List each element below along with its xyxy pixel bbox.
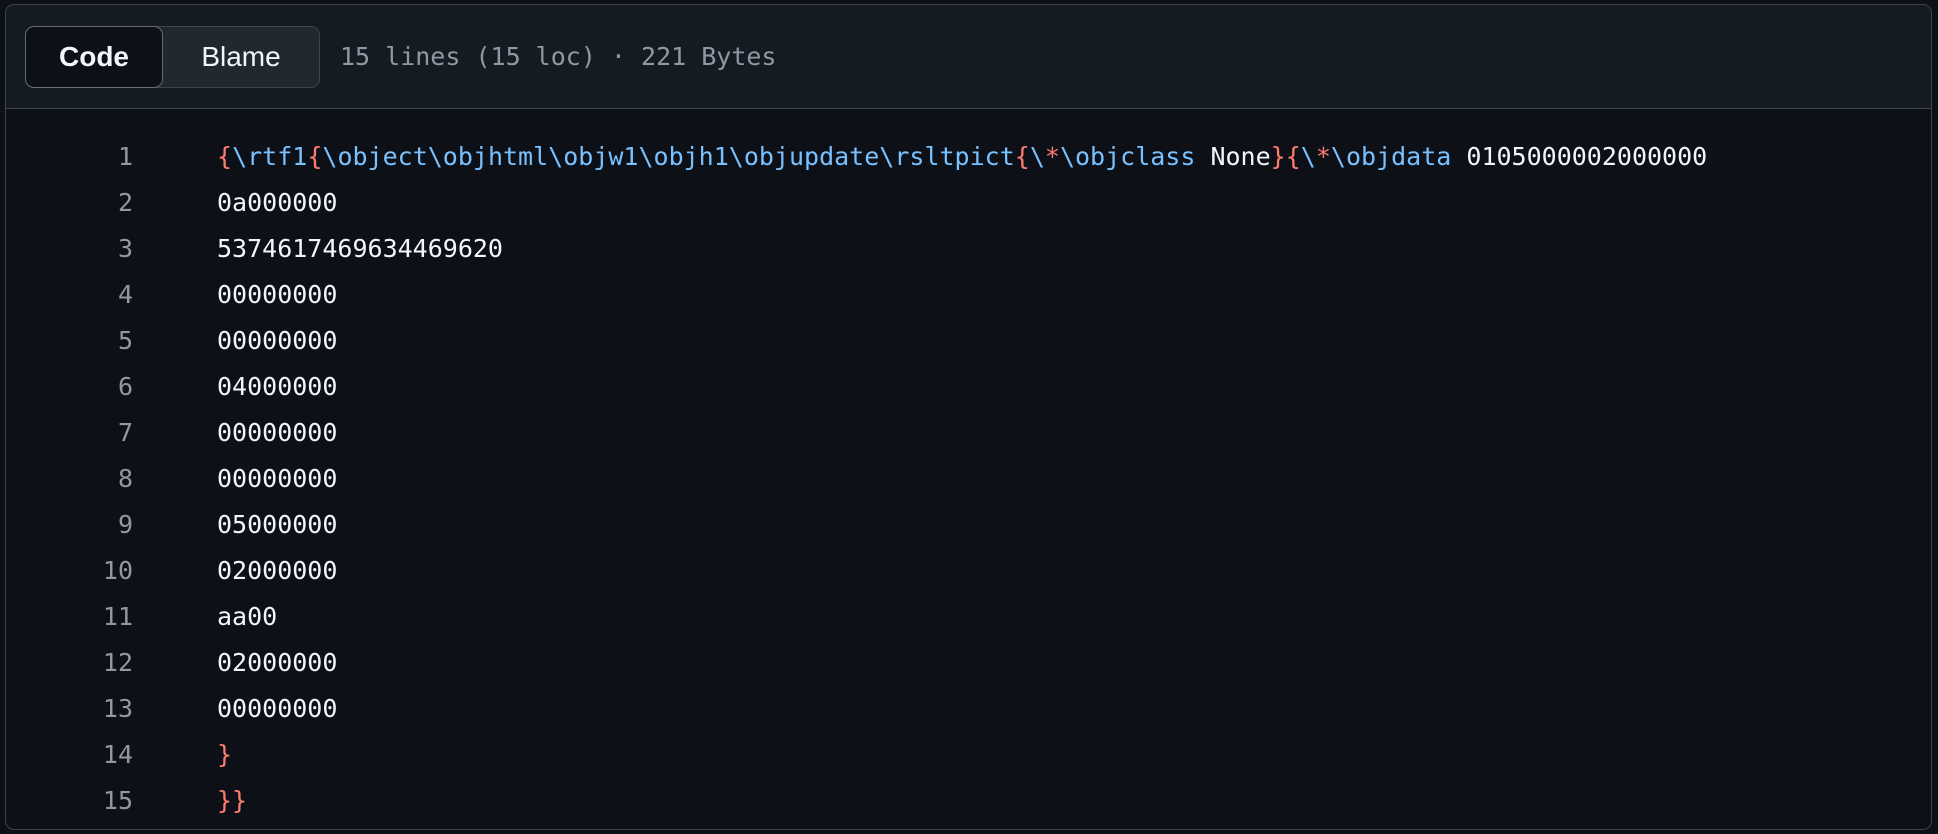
line-number[interactable]: 10: [6, 556, 133, 585]
line-number[interactable]: 3: [6, 234, 133, 263]
line-content: 05000000: [133, 510, 337, 539]
line-content: 0a000000: [133, 188, 337, 217]
line-content: 00000000: [133, 326, 337, 355]
code-token-text: 00000000: [217, 325, 338, 355]
line-content: aa00: [133, 602, 277, 631]
code-token-text: 02000000: [217, 555, 338, 585]
line-number[interactable]: 4: [6, 280, 133, 309]
code-token-text: 0a000000: [217, 187, 338, 217]
line-number[interactable]: 14: [6, 740, 133, 769]
code-line: 1 {\rtf1{\object\objhtml\objw1\objh1\obju…: [6, 133, 1931, 179]
code-token-text: 04000000: [217, 371, 338, 401]
line-content: }: [133, 740, 232, 769]
code-token-text: 5374617469634469620: [217, 233, 503, 263]
line-number[interactable]: 2: [6, 188, 133, 217]
code-line: 4 00000000: [6, 271, 1931, 317]
code-tab-button[interactable]: Code: [25, 25, 163, 88]
code-line: 13 00000000: [6, 685, 1931, 731]
file-header: Code Blame 15 lines (15 loc) · 221 Bytes: [6, 5, 1931, 109]
line-number[interactable]: 11: [6, 602, 133, 631]
code-token-text: 05000000: [217, 509, 338, 539]
code-token-text: 02000000: [217, 647, 338, 677]
code-token-text: None: [1195, 141, 1271, 171]
code-token-text: 00000000: [217, 417, 338, 447]
line-content: 5374617469634469620: [133, 234, 503, 263]
line-content: }}: [133, 786, 247, 815]
code-token-brace: {: [307, 141, 323, 171]
code-line: 9 05000000: [6, 501, 1931, 547]
code-token-text: aa00: [217, 601, 278, 631]
line-content: {\rtf1{\object\objhtml\objw1\objh1\objup…: [133, 142, 1707, 171]
file-viewer: Code Blame 15 lines (15 loc) · 221 Bytes…: [5, 4, 1932, 830]
line-number[interactable]: 5: [6, 326, 133, 355]
code-token-brace: {: [1014, 141, 1030, 171]
line-number[interactable]: 1: [6, 142, 133, 171]
code-line: 2 0a000000: [6, 179, 1931, 225]
code-token-text: 00000000: [217, 463, 338, 493]
line-content: 00000000: [133, 694, 337, 723]
code-token-text: 0105000002000000: [1451, 141, 1708, 171]
code-token-control-word: \rtf1: [232, 141, 308, 171]
code-area[interactable]: 1 {\rtf1{\object\objhtml\objw1\objh1\obju…: [6, 109, 1931, 823]
code-token-brace: *: [1044, 141, 1060, 171]
line-number[interactable]: 6: [6, 372, 133, 401]
view-mode-toggle: Code Blame: [25, 25, 320, 88]
line-number[interactable]: 13: [6, 694, 133, 723]
code-line: 10 02000000: [6, 547, 1931, 593]
blame-tab-button[interactable]: Blame: [163, 27, 319, 87]
code-line: 11 aa00: [6, 593, 1931, 639]
line-content: 02000000: [133, 556, 337, 585]
code-token-text: 00000000: [217, 279, 338, 309]
code-token-brace: }: [217, 739, 233, 769]
code-line: 14}: [6, 731, 1931, 777]
line-content: 02000000: [133, 648, 337, 677]
line-number[interactable]: 9: [6, 510, 133, 539]
code-line: 15}}: [6, 777, 1931, 823]
line-number[interactable]: 8: [6, 464, 133, 493]
file-info: 15 lines (15 loc) · 221 Bytes: [340, 42, 777, 71]
code-line: 7 00000000: [6, 409, 1931, 455]
code-token-brace: }: [1270, 141, 1286, 171]
code-token-text: 00000000: [217, 693, 338, 723]
code-token-brace: {: [217, 141, 233, 171]
code-line: 6 04000000: [6, 363, 1931, 409]
code-line: 12 02000000: [6, 639, 1931, 685]
code-line: 8 00000000: [6, 455, 1931, 501]
line-number[interactable]: 15: [6, 786, 133, 815]
code-line: 5 00000000: [6, 317, 1931, 363]
line-content: 04000000: [133, 372, 337, 401]
code-token-control-word: \object\objhtml\objw1\objh1\objupdate\rs…: [322, 141, 1015, 171]
code-token-brace: }}: [217, 785, 248, 815]
code-token-brace: {: [1285, 141, 1301, 171]
code-token-control-word: \objdata: [1330, 141, 1452, 171]
code-token-control-word: \objclass: [1059, 141, 1196, 171]
line-content: 00000000: [133, 418, 337, 447]
line-number[interactable]: 12: [6, 648, 133, 677]
code-token-control-word: \: [1029, 141, 1045, 171]
line-number[interactable]: 7: [6, 418, 133, 447]
code-token-brace: *: [1315, 141, 1331, 171]
code-line: 3 5374617469634469620: [6, 225, 1931, 271]
code-token-control-word: \: [1300, 141, 1316, 171]
line-content: 00000000: [133, 280, 337, 309]
line-content: 00000000: [133, 464, 337, 493]
